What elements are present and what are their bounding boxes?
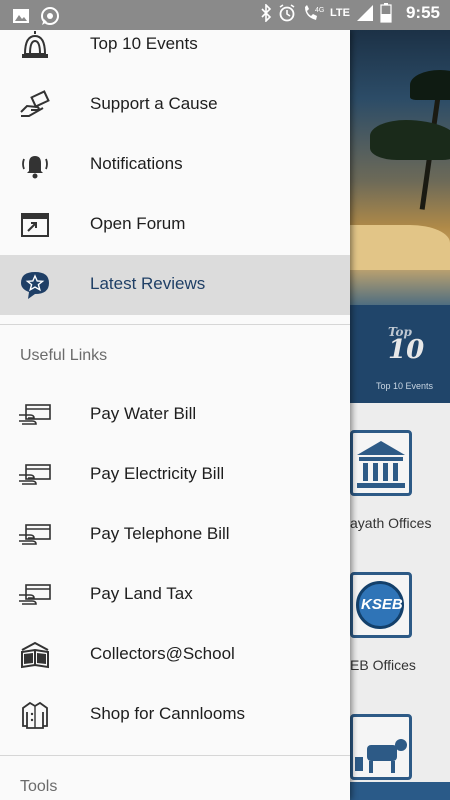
menu-item-pay-water-bill[interactable]: Pay Water Bill <box>0 385 350 445</box>
menu-item-label: Shop for Cannlooms <box>90 704 245 723</box>
panchayath-offices-card[interactable] <box>350 430 412 496</box>
menu-item-label: Pay Electricity Bill <box>90 464 225 483</box>
menu-item-pay-telephone-bill[interactable]: Pay Telephone Bill <box>0 505 350 565</box>
forum-window-icon <box>18 209 52 241</box>
donate-hand-icon <box>18 89 52 121</box>
image-icon <box>12 8 30 24</box>
menu-item-label: Pay Telephone Bill <box>90 524 230 543</box>
bottom-bar <box>350 782 450 800</box>
bluetooth-icon <box>260 4 272 22</box>
navigation-drawer: Top 10 Events Support a Cause Notificati… <box>0 30 350 800</box>
menu-item-pay-electricity-bill[interactable]: Pay Electricity Bill <box>0 445 350 505</box>
school-book-icon <box>18 639 52 671</box>
kseb-offices-label: EB Offices <box>350 657 416 673</box>
divider <box>0 755 350 756</box>
star-chat-icon <box>18 269 52 301</box>
menu-item-label: Notifications <box>90 154 183 173</box>
divider <box>0 324 350 325</box>
top10-events-tile[interactable]: Top 10 Top 10 Events <box>350 305 450 403</box>
menu-item-latest-reviews[interactable]: Latest Reviews <box>0 255 350 315</box>
clock-time: 9:55 <box>405 3 440 22</box>
bell-icon <box>18 149 52 181</box>
alarm-icon <box>278 4 296 22</box>
menu-item-open-forum[interactable]: Open Forum <box>0 195 350 255</box>
svg-text:4G: 4G <box>315 7 324 14</box>
card-pay-icon <box>18 459 52 491</box>
menu-item-label: Latest Reviews <box>90 274 206 293</box>
menu-item-label: Open Forum <box>90 214 186 233</box>
building-icon <box>357 441 405 488</box>
menu-item-top-10-events[interactable]: Top 10 Events <box>0 30 350 75</box>
banner-photo <box>350 30 450 305</box>
whatsapp-icon <box>40 6 60 26</box>
kseb-logo: KSEB <box>356 581 404 629</box>
kseb-offices-card[interactable]: KSEB <box>350 572 412 638</box>
card-pay-icon <box>18 579 52 611</box>
menu-item-collectors-at-school[interactable]: Collectors@School <box>0 625 350 685</box>
cattle-card[interactable] <box>350 714 412 780</box>
menu-item-label: Top 10 Events <box>90 34 198 53</box>
status-bar: 4G LTE 9:55 <box>0 0 450 30</box>
wifi-call-icon: 4G <box>302 3 324 23</box>
signal-icon <box>356 4 374 22</box>
menu-item-notifications[interactable]: Notifications <box>0 135 350 195</box>
menu-item-label: Support a Cause <box>90 94 218 113</box>
siren-icon <box>18 30 52 61</box>
menu-item-label: Pay Water Bill <box>90 404 197 423</box>
card-pay-icon <box>18 519 52 551</box>
top10-logo: Top 10 <box>388 325 425 365</box>
cow-icon <box>355 739 407 773</box>
panchayath-offices-label: ayath Offices <box>350 515 432 531</box>
card-pay-icon <box>18 399 52 431</box>
services-grid: ayath Offices KSEB EB Offices <box>350 403 450 800</box>
menu-item-shop-for-cannlooms[interactable]: Shop for Cannlooms <box>0 685 350 745</box>
menu-item-label: Pay Land Tax <box>90 584 193 603</box>
tools-header: Tools <box>20 778 58 795</box>
useful-links-header: Useful Links <box>20 347 108 364</box>
shirt-icon <box>18 699 52 731</box>
top10-events-label: Top 10 Events <box>376 381 434 391</box>
menu-item-label: Collectors@School <box>90 644 235 663</box>
menu-item-pay-land-tax[interactable]: Pay Land Tax <box>0 565 350 625</box>
battery-icon <box>380 3 392 23</box>
network-type: LTE <box>330 7 350 19</box>
menu-item-support-a-cause[interactable]: Support a Cause <box>0 75 350 135</box>
